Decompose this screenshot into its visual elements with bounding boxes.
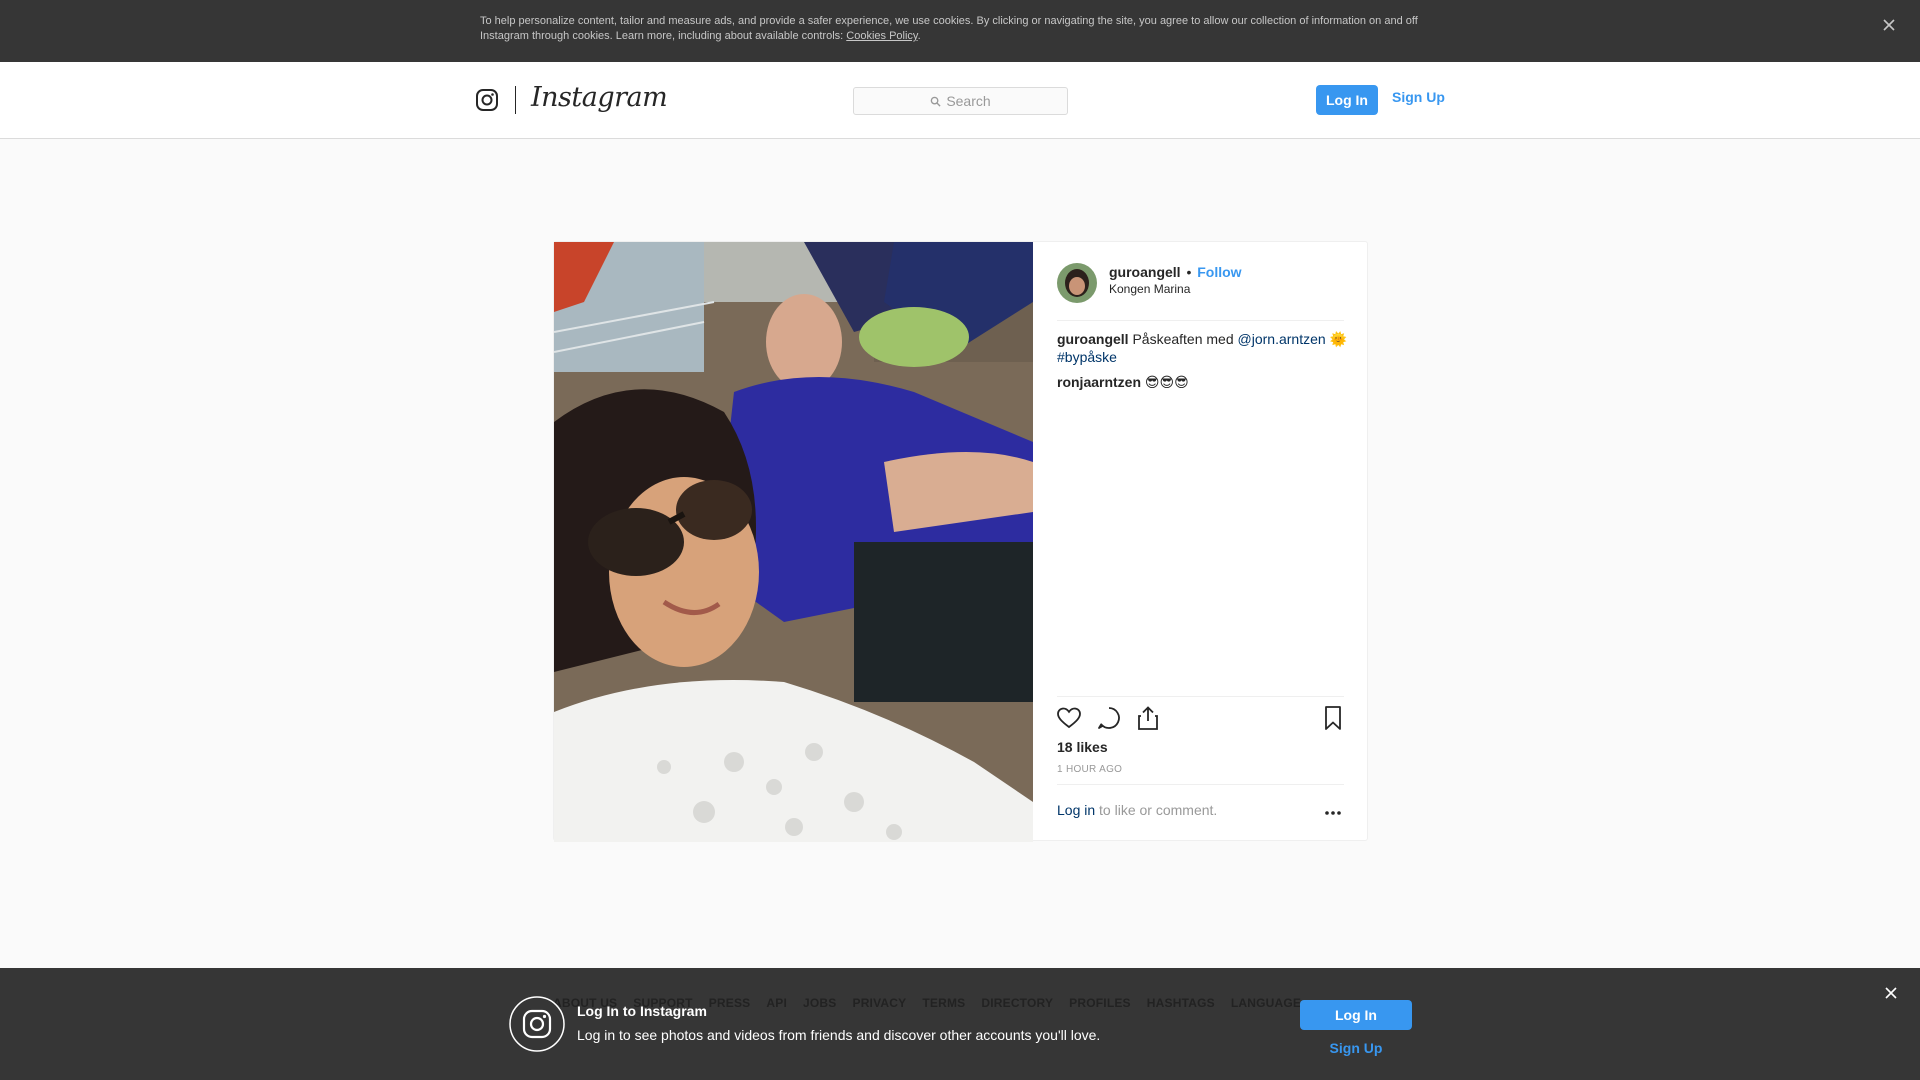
heart-icon[interactable] [1055,704,1083,732]
top-nav: Instagram Search Log In Sign Up [0,62,1920,139]
bookmark-icon[interactable] [1319,704,1347,732]
footer-link[interactable]: HASHTAGS [1147,996,1215,1010]
post-photo[interactable] [554,242,1033,842]
login-banner-title: Log In to Instagram [577,1003,707,1019]
footer-link[interactable]: PRESS [709,996,751,1010]
instagram-glyph-icon [509,996,565,1052]
footer-link[interactable]: PROFILES [1069,996,1131,1010]
mention-link[interactable]: @jorn.arntzen [1238,331,1326,347]
close-icon[interactable] [1884,986,1898,1000]
login-prompt: Log in to like or comment. [1057,802,1217,818]
comment: ronjaarntzen 😎😎😎 [1057,373,1347,391]
instagram-wordmark[interactable]: Instagram [531,82,668,113]
search-icon [931,96,941,107]
cookies-policy-link[interactable]: Cookies Policy [846,30,917,42]
follow-button[interactable]: Follow [1197,264,1241,280]
caption-username[interactable]: guroangell [1057,331,1129,347]
post-location[interactable]: Kongen Marina [1109,282,1190,296]
footer-link[interactable]: API [766,996,787,1010]
login-prompt-text: to like or comment. [1095,802,1218,818]
hashtag-link[interactable]: #bypåske [1057,349,1117,365]
comment-username[interactable]: ronjaarntzen [1057,374,1141,390]
comment-icon[interactable] [1095,704,1123,732]
login-link[interactable]: Log in [1057,802,1095,818]
banner-login-button[interactable]: Log In [1300,1000,1412,1030]
login-banner: ABOUT US SUPPORT PRESS API JOBS PRIVACY … [0,968,1920,1080]
avatar-image [1057,263,1097,303]
caption-emoji: 🌞 [1329,331,1347,347]
cookie-banner: To help personalize content, tailor and … [0,0,1920,62]
footer-link[interactable]: JOBS [803,996,836,1010]
footer-link[interactable]: DIRECTORY [981,996,1053,1010]
divider [1057,696,1344,697]
likes-count[interactable]: 18 likes [1057,739,1108,755]
cookie-text: To help personalize content, tailor and … [480,14,1420,44]
post-timestamp[interactable]: 1 HOUR AGO [1057,764,1122,775]
login-button[interactable]: Log In [1316,85,1378,115]
footer-link[interactable]: TERMS [922,996,965,1010]
logo-divider [515,86,516,114]
search-placeholder: Search [946,93,991,109]
cookie-message: To help personalize content, tailor and … [480,15,1418,42]
separator-dot: • [1186,264,1192,280]
post-image [554,242,1033,842]
more-options-icon[interactable] [1323,809,1343,817]
caption: guroangell Påskeaften med @jorn.arntzen … [1057,330,1347,366]
share-icon[interactable] [1134,704,1162,732]
post-card: guroangell • Follow Kongen Marina guroan… [553,241,1368,842]
search-input[interactable]: Search [853,87,1068,115]
divider [1057,320,1344,321]
login-banner-subtitle: Log in to see photos and videos from fri… [577,1027,1101,1043]
instagram-glyph-icon[interactable] [475,88,499,112]
divider [1057,784,1344,785]
post-username[interactable]: guroangell [1109,264,1181,280]
caption-text: Påskeaften med [1132,331,1234,347]
close-icon[interactable] [1880,16,1898,34]
banner-signup-link[interactable]: Sign Up [1300,1040,1412,1056]
cookie-period: . [917,30,921,42]
footer-link[interactable]: LANGUAGE [1231,996,1301,1010]
avatar[interactable] [1057,263,1097,303]
post-header: guroangell • Follow [1109,264,1242,280]
signup-link[interactable]: Sign Up [1392,89,1445,105]
footer-link[interactable]: PRIVACY [852,996,906,1010]
comment-text: 😎😎😎 [1144,374,1189,390]
post-sidebar: guroangell • Follow Kongen Marina guroan… [1033,242,1368,840]
